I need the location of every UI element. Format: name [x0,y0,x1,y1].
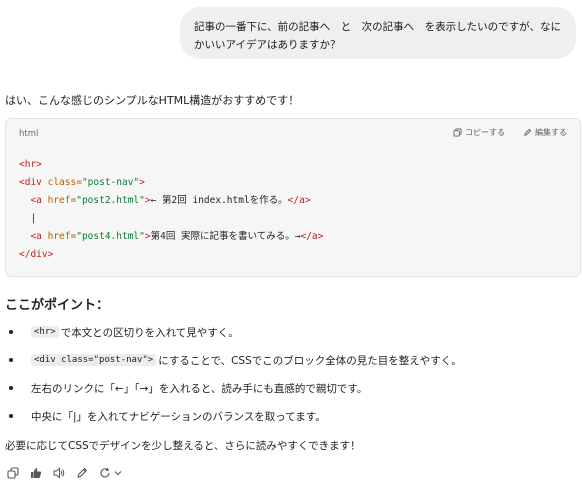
code-token: ← 第2回 index.htmlを作る。 [150,195,288,206]
code-token: </a> [300,231,324,242]
code-token: "post4.html" [76,231,145,242]
regenerate-options-button[interactable] [114,466,122,480]
list-item: 左右のリンクに「←」「→」を入れると、読み手にも直感的で親切です。 [5,374,577,402]
list-item: <hr> で本文との区切りを入れて見やすく。 [5,318,577,346]
inline-code: <div class="post-nav"> [31,354,157,366]
code-content: <hr> <div class="post-nav"> <a href="pos… [19,156,323,264]
code-token: <a [19,231,48,242]
regenerate-button[interactable] [98,466,112,480]
copy-code-label: コピーする [465,128,505,137]
point-list: <hr> で本文との区切りを入れて見やすく。 <div class="post-… [5,318,577,430]
code-token: class= [47,177,82,188]
points-heading: ここがポイント： [5,298,110,313]
code-token: <div [19,177,48,188]
code-line: <a href="post2.html">← 第2回 index.htmlを作る… [19,192,323,210]
user-message-line: かいいアイデアはありますか？ [194,39,341,51]
edit-button[interactable] [75,466,89,480]
inline-code: <hr> [31,326,59,338]
point-text: 中央に「|」を入れてナビゲーションのバランスを取ってます。 [31,410,326,423]
code-token: href= [47,231,77,242]
code-block: html コピーする 編集する <hr> <div class="post-na… [5,118,581,277]
point-text: 左右のリンクに「←」「→」を入れると、読み手にも直感的で親切です。 [31,382,368,395]
edit-icon [77,467,88,478]
code-token: "post-nav" [81,177,140,188]
code-actions: コピーする 編集する [453,127,567,138]
read-aloud-button[interactable] [52,466,66,480]
copy-code-button[interactable]: コピーする [453,127,505,138]
code-token: </div> [19,249,54,260]
code-token: </a> [287,195,311,206]
point-text: にすることで、CSSでこのブロック全体の見た目を整えやすく。 [158,354,462,367]
edit-code-button[interactable]: 編集する [523,127,567,138]
edit-code-label: 編集する [535,128,567,137]
code-token: > [139,177,145,188]
code-token: 第4回 実際に記事を書いてみる。→ [150,231,301,242]
bullet-icon [9,414,13,418]
code-token: <a [19,195,48,206]
chevron-down-icon [114,471,122,476]
bullet-icon [9,386,13,390]
code-line: | [19,213,37,224]
code-token: href= [47,195,77,206]
code-token: "post2.html" [76,195,145,206]
code-line: <hr> [19,156,323,174]
user-message-line: 記事の一番下に、前の記事へ と 次の記事へ を表示したいのですが、なに [194,21,561,33]
code-line: <a href="post4.html">第4回 実際に記事を書いてみる。→</… [19,228,323,246]
speaker-icon [53,467,65,479]
thumbs-up-icon [31,468,42,478]
list-item: 中央に「|」を入れてナビゲーションのバランスを取ってます。 [5,402,577,430]
assistant-intro: はい、こんな感じのシンプルなHTML構造がおすすめです！ [5,94,300,107]
closing-text: 必要に応じてCSSでデザインを少し整えると、さらに読みやすくできます！ [5,440,361,452]
code-language-label: html [19,129,39,139]
user-message-bubble: 記事の一番下に、前の記事へ と 次の記事へ を表示したいのですが、なに かいいア… [180,7,576,59]
good-response-button[interactable] [29,466,43,480]
bullet-icon [9,358,13,362]
copy-icon [453,128,462,137]
bullet-icon [9,330,13,334]
point-text: で本文との区切りを入れて見やすく。 [60,326,239,339]
message-action-bar [6,466,122,480]
code-line: <div class="post-nav"> [19,174,323,192]
code-line: </div> [19,246,323,264]
copy-button[interactable] [6,466,20,480]
copy-icon [7,467,19,479]
list-item: <div class="post-nav"> にすることで、CSSでこのブロック… [5,346,577,374]
pencil-icon [524,128,532,136]
regenerate-icon [100,467,110,478]
code-token: <hr> [19,159,42,170]
